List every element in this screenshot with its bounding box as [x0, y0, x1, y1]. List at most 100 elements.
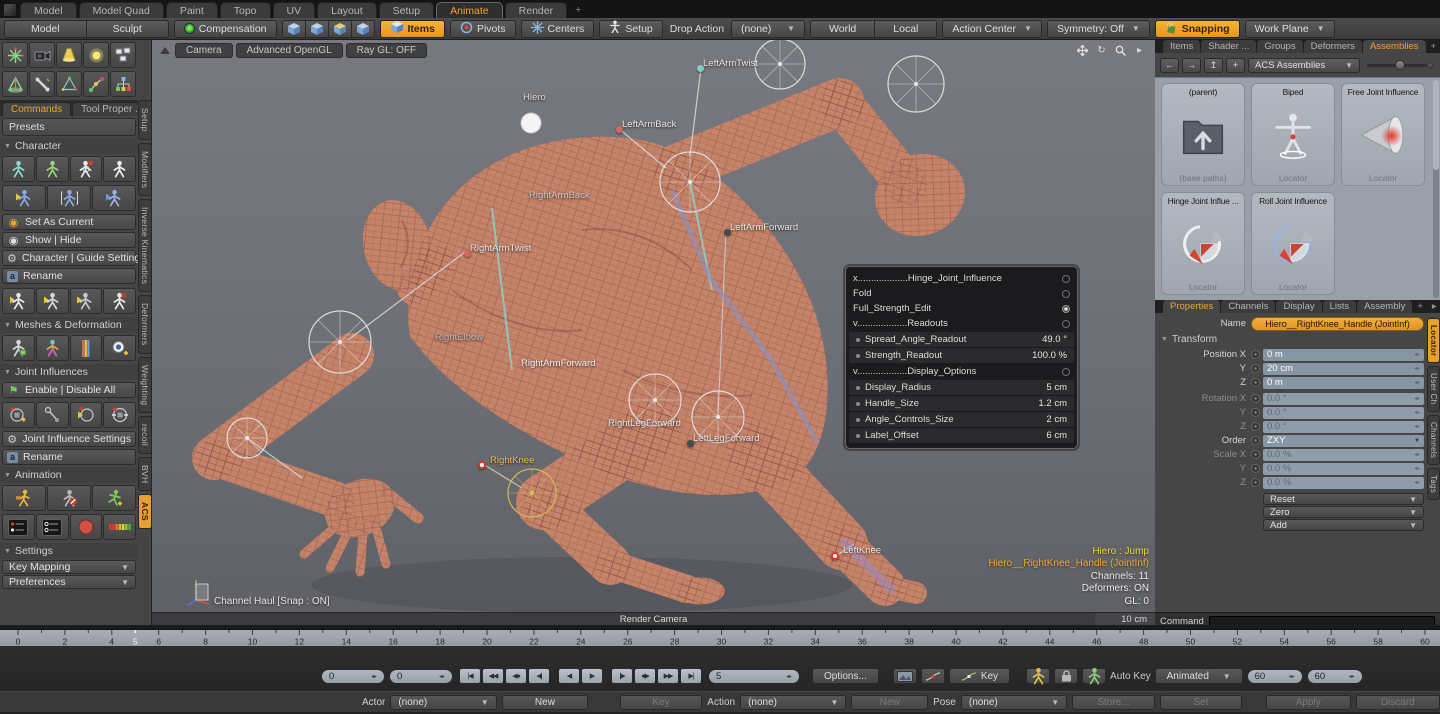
rig-label-leftarmback[interactable]: LeftArmBack [622, 119, 676, 130]
channel-toggle-icon[interactable] [1251, 394, 1260, 403]
joint-probe-icon[interactable] [36, 402, 69, 428]
mesh-group-icon[interactable] [110, 42, 136, 68]
pan-icon[interactable] [1075, 44, 1090, 57]
hud-row-xhinge-joint-influence[interactable]: x...................Hinge_Joint_Influenc… [846, 271, 1077, 286]
vertices-mode-button[interactable] [282, 20, 306, 38]
action-center-dropdown[interactable]: Action Center▼ [942, 20, 1042, 38]
setup-pose-icon[interactable] [1026, 668, 1050, 684]
store-pose-button[interactable]: Store... [1072, 695, 1155, 710]
menubar-tab-topo[interactable]: Topo [220, 2, 271, 18]
world-button[interactable]: World [810, 20, 875, 38]
channel-toggle-icon[interactable] [1251, 378, 1260, 387]
menubar-tab-animate[interactable]: Animate [436, 2, 503, 18]
preset-path-dropdown[interactable]: ACS Assemblies▼ [1248, 58, 1360, 73]
hud-row-spread-angle-readout[interactable]: Spread_Angle_Readout49.0 ° [849, 332, 1074, 347]
joint-add-icon[interactable] [2, 402, 35, 428]
prop-tab-display[interactable]: Display [1276, 300, 1321, 313]
rig-label-hiero[interactable]: Hiero [523, 92, 546, 103]
menubar-add-tab[interactable]: + [567, 2, 589, 18]
setup-button[interactable]: Setup [599, 20, 662, 38]
thumbnail-size-slider[interactable] [1367, 64, 1427, 67]
levels-icon[interactable] [103, 514, 136, 540]
guide-apply-icon[interactable] [92, 185, 136, 211]
jack-icon[interactable] [2, 42, 28, 68]
radio-icon[interactable] [1062, 320, 1070, 328]
edges-mode-button[interactable] [305, 20, 329, 38]
rig-handle-leftarmback[interactable] [616, 126, 623, 133]
pivots-button[interactable]: Pivots [450, 20, 516, 38]
transport-button-6[interactable]: |▶ [611, 668, 633, 684]
biped-white-icon[interactable] [103, 156, 136, 182]
prop-tab-lists[interactable]: Lists [1323, 300, 1357, 313]
transform-header[interactable]: ▼Transform [1161, 334, 1424, 345]
section-meshes-deformation[interactable]: ▼Meshes & Deformation [0, 317, 138, 333]
rig-handle-leftarmtwist[interactable] [697, 65, 704, 72]
viewport-3d[interactable]: LeftArmTwistHieroLeftArmBackRightArmBack… [152, 40, 1155, 625]
hud-row-fold[interactable]: Fold [846, 286, 1077, 301]
preview-icon[interactable] [893, 668, 917, 684]
viewport-tab-camera[interactable]: Camera [175, 43, 233, 58]
lock-icon[interactable] [1054, 668, 1078, 684]
range-start-field[interactable]: 0◂▸ [321, 669, 385, 684]
assembly-parent[interactable]: (parent)(base paths) [1161, 83, 1245, 186]
frame-field[interactable]: 5◂▸ [708, 669, 800, 684]
prop-tab-channels[interactable]: Channels [1221, 300, 1275, 313]
character-guide-settings-button[interactable]: ⚙Character | Guide Settings [2, 250, 136, 266]
timeline-ruler[interactable]: 0245681012141618202224262830323436384042… [0, 629, 1440, 646]
hud-row-vdisplay-options[interactable]: v...................Display_Options [846, 364, 1077, 379]
rig-handle-leftlegforward[interactable] [687, 440, 694, 447]
set-as-current-button[interactable]: ◉Set As Current [2, 214, 136, 230]
retarget-1-icon[interactable] [2, 288, 35, 314]
animated-dropdown[interactable]: Animated▼ [1155, 668, 1243, 684]
prop-tab-properties[interactable]: Properties [1163, 300, 1220, 313]
transport-button-9[interactable]: ▶| [680, 668, 702, 684]
viewport-tab-ray-gl-off[interactable]: Ray GL: OFF [346, 43, 427, 58]
rig-label-rightelbow[interactable]: RightElbow [435, 332, 483, 343]
transport-button-8[interactable]: ▶▶ [657, 668, 679, 684]
rig-handle-rightarmtwist[interactable] [464, 250, 471, 257]
channel-toggle-icon[interactable] [1251, 450, 1260, 459]
biped-green-icon[interactable] [36, 156, 69, 182]
prop-vtab-locator[interactable]: Locator [1427, 318, 1440, 363]
snapping-button[interactable]: Snapping [1155, 20, 1240, 38]
prop-tab-overflow[interactable]: ▸ [1428, 300, 1440, 313]
rig-label-rightknee[interactable]: RightKnee [490, 455, 534, 466]
rig-label-rightarmforward[interactable]: RightArmForward [521, 358, 595, 369]
channel-toggle-icon[interactable] [1251, 478, 1260, 487]
biped-badge-icon[interactable] [70, 156, 103, 182]
drop-action-dropdown[interactable]: (none)▼ [731, 20, 805, 38]
joint-apply-icon[interactable] [70, 402, 103, 428]
pose-block-icon[interactable] [47, 485, 91, 511]
action-dropdown[interactable]: (none)▼ [740, 695, 846, 710]
prop-vtab-tags[interactable]: Tags [1427, 468, 1440, 500]
rig-label-leftknee[interactable]: LeftKnee [843, 545, 881, 556]
panel-tab-deformers[interactable]: Deformers [1304, 40, 1362, 53]
scale-field-z[interactable]: 0.0 %◂▸ [1263, 477, 1424, 489]
cage-icon[interactable] [56, 71, 82, 97]
autokey-figure-icon[interactable] [1082, 668, 1106, 684]
rig-handle-rightknee[interactable] [478, 461, 486, 469]
rig-label-leftarmforward[interactable]: LeftArmForward [730, 222, 798, 233]
panel-tab-assemblies[interactable]: Assemblies [1363, 40, 1426, 53]
pose-dropdown[interactable]: (none)▼ [961, 695, 1067, 710]
bind-mesh-icon[interactable] [2, 335, 35, 361]
sculpt-layout-button[interactable]: Sculpt [86, 20, 169, 38]
side-vtab-setup[interactable]: Setup [138, 100, 152, 140]
biped-teal-icon[interactable] [2, 156, 35, 182]
compensation-button[interactable]: Compensation [174, 20, 277, 38]
assembly-roll-joint-influence[interactable]: Roll Joint InfluenceLocator [1251, 192, 1335, 295]
prop-add-tab[interactable]: + [1413, 300, 1427, 313]
zero-dropdown[interactable]: Zero▼ [1263, 506, 1424, 518]
scale-field-y[interactable]: 0.0 %◂▸ [1263, 463, 1424, 475]
rig-label-rightarmback[interactable]: RightArmBack [529, 190, 590, 201]
run-add-icon[interactable] [92, 485, 136, 511]
reset-dropdown[interactable]: Reset▼ [1263, 493, 1424, 505]
radio-icon[interactable] [1062, 368, 1070, 376]
options-button[interactable]: Options... [812, 668, 879, 684]
menubar-tab-paint[interactable]: Paint [166, 2, 218, 18]
hud-row-display-radius[interactable]: Display_Radius5 cm [849, 380, 1074, 395]
radio-icon[interactable] [1062, 275, 1070, 283]
new-actor-button[interactable]: New [502, 695, 588, 710]
item-name-field[interactable]: Hiero__RightKnee_Handle (JointInf) [1251, 317, 1424, 331]
add-eye-icon[interactable] [103, 335, 136, 361]
